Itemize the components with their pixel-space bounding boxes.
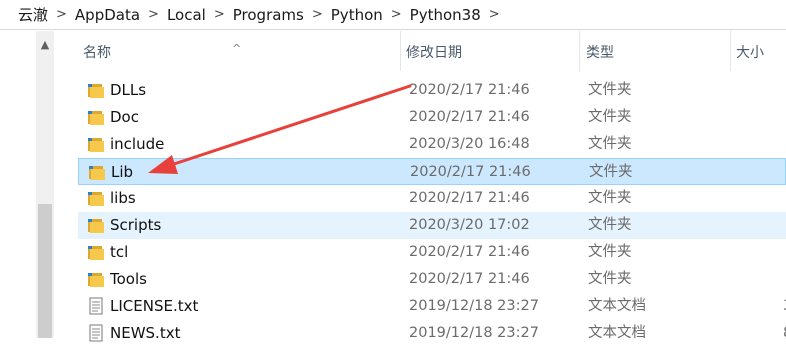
sort-ascending-icon: ^ [232, 42, 242, 55]
file-name: tcl [110, 243, 129, 261]
file-row-tcl[interactable]: tcl 2020/2/17 21:46 文件夹 [78, 239, 786, 266]
file-row-news[interactable]: NEWS.txt 2019/12/18 23:27 文本文档 8 [78, 320, 786, 347]
file-row-libs[interactable]: libs 2020/2/17 21:46 文件夹 [78, 185, 786, 212]
column-header-size[interactable]: 大小 [731, 31, 786, 71]
scrollbar-thumb[interactable] [38, 204, 52, 338]
vertical-scrollbar[interactable]: ▲ [36, 31, 54, 338]
file-name: libs [110, 189, 136, 207]
file-name: NEWS.txt [110, 324, 181, 342]
file-type: 文件夹 [588, 109, 632, 125]
breadcrumb: 云澈 > AppData > Local > Programs > Python… [0, 0, 786, 30]
file-name: Doc [110, 108, 139, 126]
breadcrumb-separator-icon[interactable]: > [485, 7, 504, 22]
file-name: DLLs [110, 81, 147, 99]
breadcrumb-separator-icon[interactable]: > [52, 7, 71, 22]
breadcrumb-separator-icon[interactable]: > [308, 7, 327, 22]
file-date: 2020/2/17 21:46 [409, 244, 530, 260]
file-type: 文件夹 [589, 164, 633, 180]
column-header-name[interactable]: 名称 ^ [78, 31, 405, 71]
file-row-scripts[interactable]: Scripts 2020/3/20 17:02 文件夹 [78, 212, 786, 239]
column-name-label: 名称 [83, 45, 111, 61]
file-type: 文本文档 [588, 298, 646, 314]
column-header-date[interactable]: 修改日期 [401, 31, 584, 71]
file-name: LICENSE.txt [110, 297, 199, 315]
breadcrumb-item-programs[interactable]: Programs [229, 6, 308, 24]
file-type: 文件夹 [588, 136, 632, 152]
breadcrumb-item-python[interactable]: Python [327, 6, 387, 24]
file-date: 2020/2/17 21:46 [409, 82, 530, 98]
file-name: Lib [111, 163, 134, 181]
file-type: 文件夹 [588, 271, 632, 287]
breadcrumb-item-appdata[interactable]: AppData [71, 6, 144, 24]
column-header-type[interactable]: 类型 [581, 31, 736, 71]
file-type: 文件夹 [588, 217, 632, 233]
breadcrumb-item-python38[interactable]: Python38 [406, 6, 485, 24]
text-file-icon [89, 297, 103, 315]
breadcrumb-separator-icon[interactable]: > [144, 7, 163, 22]
breadcrumb-item-user[interactable]: 云澈 [0, 4, 52, 25]
file-date: 2019/12/18 23:27 [409, 298, 539, 314]
file-name: Scripts [110, 216, 162, 234]
file-date: 2020/2/17 21:46 [409, 190, 530, 206]
file-date: 2020/2/17 21:46 [409, 271, 530, 287]
file-row-include[interactable]: include 2020/3/20 16:48 文件夹 [78, 131, 786, 158]
file-row-lib[interactable]: Lib 2020/2/17 21:46 文件夹 [78, 158, 786, 185]
file-name: include [110, 135, 165, 153]
file-date: 2020/3/20 16:48 [409, 136, 530, 152]
file-type: 文本文档 [588, 325, 646, 341]
file-row-dlls[interactable]: DLLs 2020/2/17 21:46 文件夹 [78, 77, 786, 104]
file-date: 2020/2/17 21:46 [409, 109, 530, 125]
folder-icon [88, 192, 104, 206]
breadcrumb-separator-icon[interactable]: > [210, 7, 229, 22]
folder-icon [88, 138, 104, 152]
column-divider[interactable] [579, 31, 580, 71]
folder-icon [88, 273, 104, 287]
folder-icon [88, 219, 104, 233]
column-type-label: 类型 [586, 45, 614, 61]
scroll-up-arrow-icon[interactable]: ▲ [36, 35, 54, 53]
file-type: 文件夹 [588, 244, 632, 260]
folder-icon [88, 84, 104, 98]
text-file-icon [89, 324, 103, 342]
folder-icon [88, 246, 104, 260]
folder-icon [89, 166, 105, 180]
file-row-tools[interactable]: Tools 2020/2/17 21:46 文件夹 [78, 266, 786, 293]
file-row-license[interactable]: LICENSE.txt 2019/12/18 23:27 文本文档 3 [78, 293, 786, 320]
breadcrumb-item-local[interactable]: Local [163, 6, 210, 24]
column-header-row: 名称 ^ 修改日期 类型 大小 [78, 31, 786, 71]
file-name: Tools [110, 270, 147, 288]
file-date: 2020/3/20 17:02 [409, 217, 530, 233]
file-type: 文件夹 [588, 190, 632, 206]
file-row-doc[interactable]: Doc 2020/2/17 21:46 文件夹 [78, 104, 786, 131]
column-date-label: 修改日期 [406, 45, 462, 61]
file-date: 2019/12/18 23:27 [409, 325, 539, 341]
file-date: 2020/2/17 21:46 [410, 164, 531, 180]
breadcrumb-separator-icon[interactable]: > [387, 7, 406, 22]
folder-icon [88, 111, 104, 125]
file-type: 文件夹 [588, 82, 632, 98]
column-size-label: 大小 [736, 45, 764, 61]
